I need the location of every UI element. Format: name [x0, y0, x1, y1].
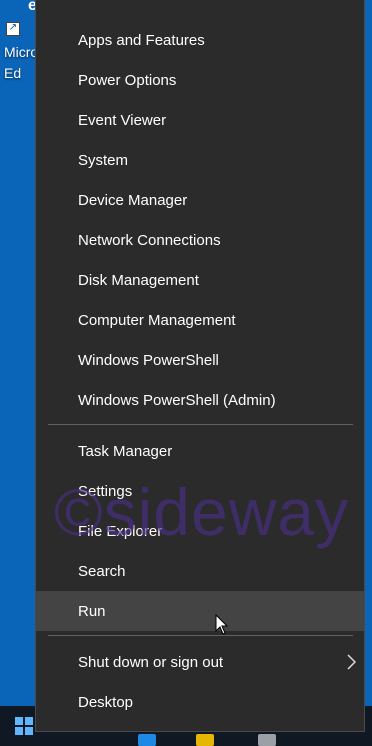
- menu-separator: [48, 424, 353, 425]
- menu-item-label: Run: [78, 602, 106, 620]
- menu-item-desktop[interactable]: Desktop: [36, 682, 364, 722]
- windows-logo-icon: [15, 717, 33, 735]
- menu-item-label: Device Manager: [78, 191, 188, 209]
- menu-item-label: Windows PowerShell: [78, 351, 219, 369]
- menu-item-label: Power Options: [78, 71, 177, 89]
- menu-item-label: Shut down or sign out: [78, 653, 224, 671]
- menu-item-network-connections[interactable]: Network Connections: [36, 220, 364, 260]
- menu-item-apps-and-features[interactable]: Apps and Features: [36, 20, 364, 60]
- menu-item-search[interactable]: Search: [36, 551, 364, 591]
- menu-item-label: Network Connections: [78, 231, 221, 249]
- menu-item-shut-down-or-sign-out[interactable]: Shut down or sign out: [36, 642, 364, 682]
- menu-item-label: Desktop: [78, 693, 134, 711]
- chevron-right-icon: [347, 654, 356, 670]
- menu-item-windows-powershell[interactable]: Windows PowerShell: [36, 340, 364, 380]
- menu-item-disk-management[interactable]: Disk Management: [36, 260, 364, 300]
- menu-item-label: File Explorer: [78, 522, 163, 540]
- menu-item-task-manager[interactable]: Task Manager: [36, 431, 364, 471]
- menu-item-settings[interactable]: Settings: [36, 471, 364, 511]
- menu-item-windows-powershell-admin[interactable]: Windows PowerShell (Admin): [36, 380, 364, 420]
- menu-item-label: Computer Management: [78, 311, 236, 329]
- winx-context-menu: Apps and Features Power Options Event Vi…: [35, 0, 365, 732]
- menu-item-system[interactable]: System: [36, 140, 364, 180]
- menu-item-label: Event Viewer: [78, 111, 167, 129]
- menu-item-label: Task Manager: [78, 442, 173, 460]
- menu-item-run[interactable]: Run: [36, 591, 364, 631]
- taskbar-app-icon[interactable]: [258, 734, 276, 746]
- menu-item-label: Apps and Features: [78, 31, 205, 49]
- menu-item-power-options[interactable]: Power Options: [36, 60, 364, 100]
- menu-item-label: System: [78, 151, 129, 169]
- menu-item-label: Settings: [78, 482, 133, 500]
- menu-item-label: Search: [78, 562, 126, 580]
- menu-item-label: Windows PowerShell (Admin): [78, 391, 276, 409]
- menu-item-device-manager[interactable]: Device Manager: [36, 180, 364, 220]
- shortcut-arrow-icon: ↗: [6, 22, 20, 36]
- menu-item-file-explorer[interactable]: File Explorer: [36, 511, 364, 551]
- menu-item-computer-management[interactable]: Computer Management: [36, 300, 364, 340]
- menu-item-label: Disk Management: [78, 271, 199, 289]
- taskbar-file-explorer-icon[interactable]: [196, 734, 214, 746]
- mouse-cursor-icon: [215, 614, 229, 635]
- menu-item-event-viewer[interactable]: Event Viewer: [36, 100, 364, 140]
- menu-separator: [48, 635, 353, 636]
- taskbar-edge-icon[interactable]: [138, 734, 156, 746]
